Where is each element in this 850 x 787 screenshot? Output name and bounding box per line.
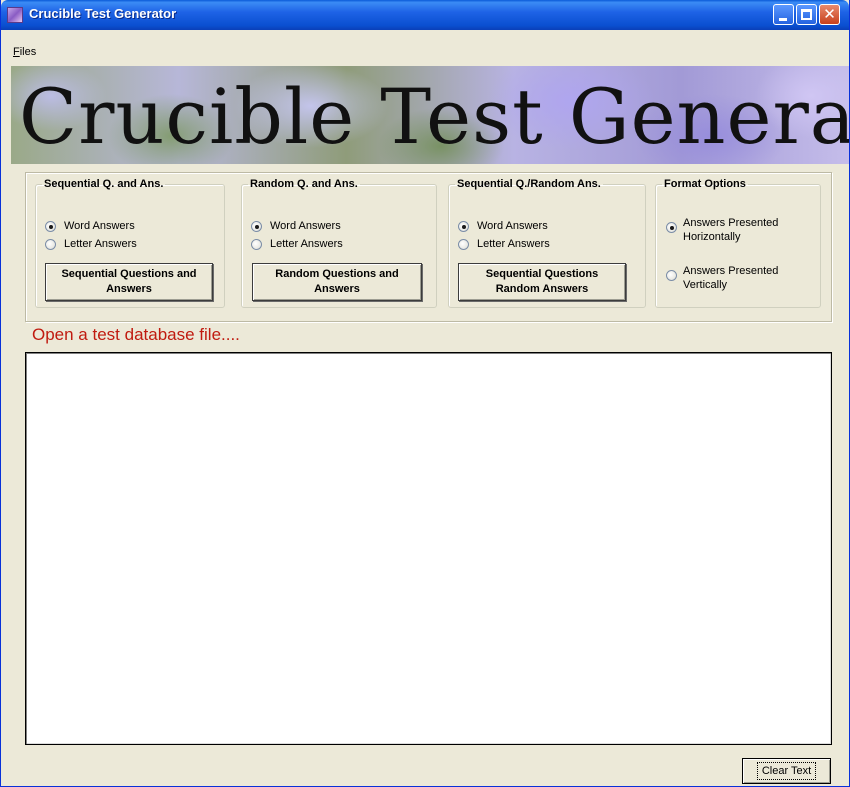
title-bar[interactable]: Crucible Test Generator ✕ (1, 0, 849, 30)
radio-seq-word[interactable]: Word Answers (45, 220, 135, 232)
minimize-icon (779, 18, 787, 21)
radio-button[interactable] (666, 270, 677, 281)
radio-label: Letter Answers (270, 238, 343, 250)
radio-button-selected[interactable] (251, 220, 262, 232)
status-message: Open a test database file.... (32, 325, 240, 344)
maximize-button[interactable] (796, 4, 817, 25)
window-title: Crucible Test Generator (29, 6, 177, 21)
menu-files-accel: F (13, 46, 20, 58)
banner-image: Crucible Test Generator (11, 66, 849, 164)
radio-button[interactable] (458, 238, 469, 250)
group-format: Format Options Answers Presented Horizon… (655, 178, 821, 308)
group-seq-random: Sequential Q./Random Ans. Word Answers L… (448, 178, 646, 308)
radio-label: Word Answers (64, 220, 135, 232)
radio-button[interactable] (251, 238, 262, 250)
group-random: Random Q. and Ans. Word Answers Letter A… (241, 178, 437, 308)
radio-seqrand-word[interactable]: Word Answers (458, 220, 548, 232)
group-format-legend: Format Options (664, 178, 746, 190)
sequential-questions-button[interactable]: Sequential Questions and Answers (45, 263, 213, 301)
clear-text-button[interactable]: Clear Text (742, 758, 831, 784)
group-sequential: Sequential Q. and Ans. Word Answers Lett… (35, 178, 225, 308)
close-icon: ✕ (823, 6, 836, 23)
radio-button-selected[interactable] (45, 220, 56, 232)
output-text-area[interactable] (25, 352, 832, 745)
clear-text-label: Clear Text (756, 762, 817, 780)
menu-files-rest: iles (19, 46, 37, 58)
radio-label: Word Answers (477, 220, 548, 232)
radio-format-vertical[interactable]: Answers Presented Vertically (666, 264, 811, 292)
radio-random-letter[interactable]: Letter Answers (251, 238, 343, 250)
radio-button[interactable] (45, 238, 56, 250)
radio-label: Answers Presented Vertically (683, 265, 779, 291)
maximize-icon (801, 9, 812, 20)
group-sequential-legend: Sequential Q. and Ans. (44, 178, 164, 190)
radio-button-selected[interactable] (458, 220, 469, 232)
radio-label: Answers Presented Horizontally (683, 217, 779, 243)
menu-bar: Files (2, 30, 849, 60)
menu-files[interactable]: Files (13, 46, 36, 58)
radio-label: Word Answers (270, 220, 341, 232)
sequential-random-answers-button[interactable]: Sequential Questions Random Answers (458, 263, 626, 301)
minimize-button[interactable] (773, 4, 794, 25)
radio-seqrand-letter[interactable]: Letter Answers (458, 238, 550, 250)
group-seq-random-legend: Sequential Q./Random Ans. (457, 178, 601, 190)
radio-random-word[interactable]: Word Answers (251, 220, 341, 232)
app-window: Crucible Test Generator ✕ Files Crucible… (0, 0, 850, 787)
radio-label: Letter Answers (477, 238, 550, 250)
options-panel: Sequential Q. and Ans. Word Answers Lett… (25, 172, 832, 322)
app-icon[interactable] (7, 7, 23, 23)
group-random-legend: Random Q. and Ans. (250, 178, 358, 190)
radio-button-selected[interactable] (666, 222, 677, 233)
radio-format-horizontal[interactable]: Answers Presented Horizontally (666, 216, 811, 244)
random-questions-button[interactable]: Random Questions and Answers (252, 263, 422, 301)
radio-label: Letter Answers (64, 238, 137, 250)
close-button[interactable]: ✕ (819, 4, 840, 25)
radio-seq-letter[interactable]: Letter Answers (45, 238, 137, 250)
banner-title: Crucible Test Generator (19, 72, 849, 161)
